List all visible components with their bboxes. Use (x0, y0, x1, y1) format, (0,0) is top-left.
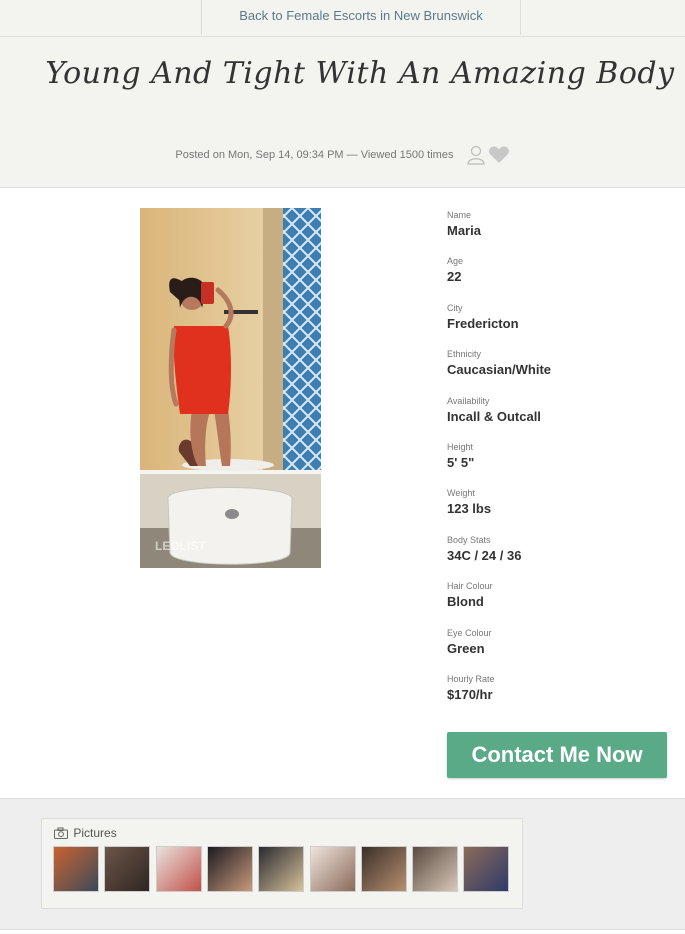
gallery-thumbnail[interactable] (360, 846, 407, 892)
photo-watermark: LEOLIST (155, 539, 206, 553)
pictures-heading: Pictures (54, 826, 117, 840)
field-value: Fredericton (447, 315, 519, 331)
gallery-thumbnail[interactable] (412, 846, 459, 892)
field-label: Body Stats (447, 534, 491, 545)
back-to-category-link[interactable]: Back to Female Escorts in New Brunswick (201, 0, 521, 35)
field-value: Maria (447, 223, 481, 238)
profile-field-weight: Weight 123 lbs (447, 486, 667, 532)
field-value: 22 (447, 269, 462, 285)
profile-details: Name Maria Age 22 City Fredericton Ethnicity Ca… (447, 208, 667, 718)
field-label: Name (447, 210, 472, 220)
profile-field-hair-colour: Hair Colour Blond (447, 579, 667, 625)
field-value: Green (447, 640, 485, 656)
profile-field-availability: Availability Incall & Outcall (447, 394, 667, 440)
field-value: 34C / 24 / 36 (447, 547, 522, 563)
camera-icon (54, 826, 73, 840)
field-label: Weight (447, 488, 475, 499)
profile-field-ethnicity: Ethnicity Caucasian/White (447, 347, 667, 393)
profile-field-name: Name Maria (447, 208, 667, 254)
listing-meta: Posted on Mon, Sep 14, 09:34 PM — Viewed… (0, 145, 685, 165)
profile-field-eye-colour: Eye Colour Green (447, 626, 667, 672)
field-label: Availability (447, 395, 490, 406)
field-label: Eye Colour (447, 627, 492, 638)
field-value: Caucasian/White (447, 362, 552, 378)
field-value: Blond (447, 594, 484, 610)
user-icon[interactable] (466, 145, 488, 165)
gallery-thumbnail[interactable] (53, 846, 99, 892)
field-label: City (447, 302, 463, 313)
listing-header: Young And Tight With An Amazing Body Pos… (0, 37, 685, 188)
gallery-thumbnail[interactable] (463, 846, 510, 892)
gallery-thumbnail[interactable] (258, 846, 305, 892)
field-value: $170/hr (447, 686, 493, 702)
field-label: Hair Colour (447, 581, 493, 592)
main-photo[interactable]: LEOLIST (140, 208, 321, 568)
favorite-heart-icon[interactable] (488, 146, 510, 163)
pictures-label: Pictures (73, 826, 117, 840)
field-label: Ethnicity (447, 349, 482, 360)
gallery-thumbnail[interactable] (104, 846, 151, 892)
profile-field-age: Age 22 (447, 254, 667, 300)
field-value: Incall & Outcall (447, 408, 541, 424)
field-value: 123 lbs (447, 501, 492, 517)
field-value: 5' 5" (447, 454, 475, 470)
profile-field-height: Height 5' 5" (447, 440, 667, 486)
pictures-panel: Pictures (41, 818, 523, 909)
profile-field-body-stats: Body Stats 34C / 24 / 36 (447, 533, 667, 579)
contact-me-now-button[interactable]: Contact Me Now (447, 732, 667, 778)
field-label: Age (447, 256, 464, 267)
page-divider (0, 929, 685, 934)
gallery-thumbnail[interactable] (155, 846, 202, 892)
field-label: Hourly Rate (447, 673, 495, 684)
top-nav-bar: Back to Female Escorts in New Brunswick (0, 0, 685, 37)
profile-field-hourly-rate: Hourly Rate $170/hr (447, 672, 667, 718)
listing-title: Young And Tight With An Amazing Body (45, 56, 675, 91)
posted-info: Posted on Mon, Sep 14, 09:34 PM — Viewed… (175, 148, 454, 161)
gallery-thumbnail[interactable] (206, 846, 253, 892)
profile-field-city: City Fredericton (447, 301, 667, 347)
field-label: Height (447, 441, 474, 452)
gallery-thumbnail[interactable] (309, 846, 356, 892)
